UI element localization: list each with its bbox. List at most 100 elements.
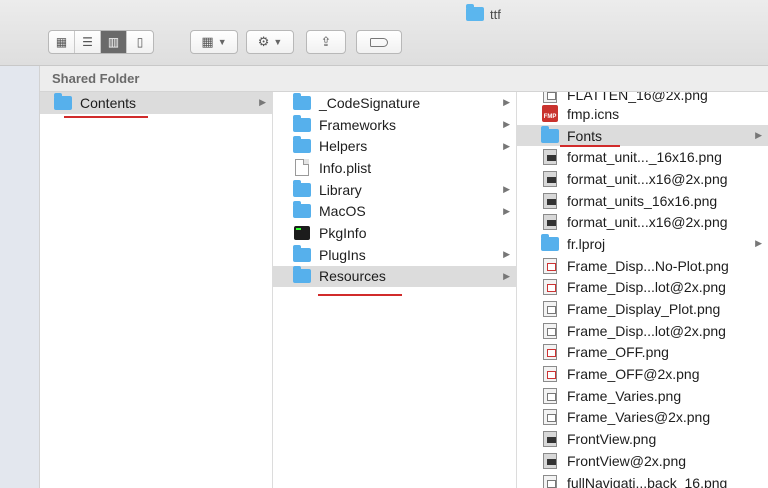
list-item[interactable]: Info.plist xyxy=(273,157,516,179)
folder-icon xyxy=(293,201,311,219)
list-item[interactable]: Frame_Disp...lot@2x.png xyxy=(517,277,768,299)
item-label: fmp.icns xyxy=(567,105,620,122)
list-item[interactable]: PkgInfo xyxy=(273,222,516,244)
list-item[interactable]: FrontView@2x.png xyxy=(517,450,768,472)
image-file-icon xyxy=(543,431,557,448)
item-label: FLATTEN_16@2x.png xyxy=(567,92,708,103)
folder-icon xyxy=(293,266,311,284)
chevron-right-icon: ▶ xyxy=(503,184,510,195)
list-item[interactable]: format_unit..._16x16.png xyxy=(517,146,768,168)
folder-icon xyxy=(541,125,559,143)
item-label: Frame_Disp...lot@2x.png xyxy=(567,322,726,339)
list-item[interactable]: PlugIns ▶ xyxy=(273,244,516,266)
folder-icon xyxy=(293,92,311,110)
cover-flow-view-button[interactable]: ▯ xyxy=(127,31,153,53)
list-item[interactable]: Frame_Varies.png xyxy=(517,385,768,407)
image-file-icon xyxy=(543,214,557,231)
item-label: format_unit...x16@2x.png xyxy=(567,170,728,187)
folder-icon xyxy=(54,92,72,110)
list-item[interactable]: MacOS ▶ xyxy=(273,200,516,222)
list-item[interactable]: Helpers ▶ xyxy=(273,135,516,157)
share-icon: ⇪ xyxy=(320,34,332,49)
list-item[interactable]: format_units_16x16.png xyxy=(517,190,768,212)
item-label: Contents xyxy=(80,94,137,111)
action-button[interactable]: ⚙ ▼ xyxy=(246,30,294,54)
list-item[interactable]: Frame_Varies@2x.png xyxy=(517,407,768,429)
item-label: Frame_Display_Plot.png xyxy=(567,301,721,318)
item-label: Frame_OFF@2x.png xyxy=(567,366,700,383)
list-item[interactable]: Resources ▶ xyxy=(273,265,516,288)
image-file-icon xyxy=(543,409,557,426)
list-item[interactable]: Library ▶ xyxy=(273,179,516,201)
list-item[interactable]: FMP fmp.icns xyxy=(517,103,768,125)
list-item[interactable]: FrontView.png xyxy=(517,428,768,450)
item-label: fr.lproj xyxy=(567,235,606,252)
annotation-underline xyxy=(318,294,402,296)
list-item[interactable]: fullNavigati...back_16.png xyxy=(517,472,768,488)
path-bar: Shared Folder xyxy=(40,66,768,92)
list-view-icon: ☰ xyxy=(82,35,93,49)
image-file-icon xyxy=(543,279,557,296)
list-view-button[interactable]: ☰ xyxy=(75,31,101,53)
item-label: Helpers xyxy=(319,138,368,155)
folder-icon xyxy=(293,244,311,262)
chevron-right-icon: ▶ xyxy=(503,205,510,216)
list-item[interactable]: Frame_Disp...lot@2x.png xyxy=(517,320,768,342)
chevron-down-icon: ▼ xyxy=(273,37,283,47)
list-item[interactable]: Frame_Disp...No-Plot.png xyxy=(517,255,768,277)
list-item[interactable]: format_unit...x16@2x.png xyxy=(517,168,768,190)
folder-icon xyxy=(466,4,484,21)
item-label: PlugIns xyxy=(319,246,366,263)
image-file-icon xyxy=(543,192,557,209)
chevron-right-icon: ▶ xyxy=(259,97,266,108)
image-file-icon xyxy=(543,344,557,361)
chevron-right-icon: ▶ xyxy=(503,97,510,108)
list-item[interactable]: Frame_OFF@2x.png xyxy=(517,363,768,385)
list-item[interactable]: Frame_Display_Plot.png xyxy=(517,298,768,320)
image-file-icon xyxy=(543,387,557,404)
list-item[interactable]: Contents ▶ xyxy=(40,92,272,114)
folder-icon xyxy=(541,233,559,251)
item-label: PkgInfo xyxy=(319,224,367,241)
item-label: Info.plist xyxy=(319,159,372,176)
icon-view-button[interactable]: ▦ xyxy=(49,31,75,53)
tag-icon xyxy=(370,37,388,47)
view-mode-control: ▦ ☰ ▥ ▯ xyxy=(48,30,154,54)
image-file-icon xyxy=(543,474,557,488)
chevron-right-icon: ▶ xyxy=(503,270,510,281)
list-item[interactable]: _CodeSignature ▶ xyxy=(273,92,516,114)
item-label: Fonts xyxy=(567,127,603,144)
item-label: _CodeSignature xyxy=(319,94,421,111)
column-view-icon: ▥ xyxy=(107,35,120,49)
icns-file-icon: FMP xyxy=(542,105,558,123)
item-label: format_units_16x16.png xyxy=(567,192,718,209)
image-file-icon xyxy=(543,257,557,274)
item-label: FrontView.png xyxy=(567,431,657,448)
item-label: Frame_Disp...No-Plot.png xyxy=(567,257,729,274)
path-bar-label: Shared Folder xyxy=(52,71,140,86)
gear-icon: ⚙ xyxy=(257,34,270,49)
arrange-button[interactable]: ▦ ▼ xyxy=(190,30,238,54)
executable-icon xyxy=(294,225,310,240)
image-file-icon xyxy=(543,452,557,469)
list-item[interactable]: fr.lproj ▶ xyxy=(517,233,768,255)
item-label: FrontView@2x.png xyxy=(567,452,687,469)
chevron-right-icon: ▶ xyxy=(755,238,762,249)
folder-icon xyxy=(293,114,311,132)
list-item[interactable]: FLATTEN_16@2x.png xyxy=(517,92,768,103)
toolbar: ttf ▦ ☰ ▥ ▯ ▦ ▼ ⚙ ▼ ⇪ xyxy=(0,0,768,66)
list-item[interactable]: Frame_OFF.png xyxy=(517,342,768,364)
image-file-icon xyxy=(543,92,557,103)
tags-button[interactable] xyxy=(356,30,402,54)
browser-column-3: FLATTEN_16@2x.png FMP fmp.icns Fonts ▶ for… xyxy=(517,92,768,488)
list-item[interactable]: Fonts ▶ xyxy=(517,124,768,147)
share-button[interactable]: ⇪ xyxy=(306,30,346,54)
list-item[interactable]: Frameworks ▶ xyxy=(273,114,516,136)
browser-column-2: _CodeSignature ▶ Frameworks ▶ Helpers ▶ Inf… xyxy=(273,92,517,488)
chevron-right-icon: ▶ xyxy=(755,130,762,141)
item-label: MacOS xyxy=(319,203,366,220)
folder-icon xyxy=(293,179,311,197)
column-view-button[interactable]: ▥ xyxy=(101,31,127,53)
chevron-right-icon: ▶ xyxy=(503,140,510,151)
list-item[interactable]: format_unit...x16@2x.png xyxy=(517,211,768,233)
